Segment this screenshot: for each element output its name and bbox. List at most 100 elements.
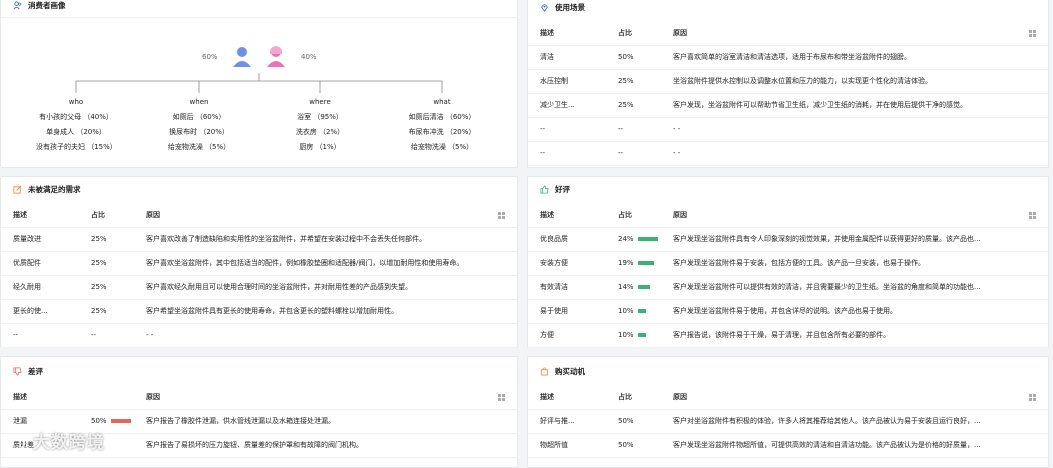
row-reason: 客户发现，坐浴盆附件可以帮助节省卫生纸，减少卫生纸的消耗，并在使用后提供干净的感… [673, 101, 967, 109]
row-reason: 客户希望坐浴盆附件具有更长的使用寿命，并包含更长的塑料螺栓以增加耐用性。 [146, 307, 398, 315]
row-reason: 客户报告了易损坏的压力旋钮、质量差的保护罩和有故障的阀门机构。 [146, 441, 363, 449]
persona-item: 如厕后 （60%） [172, 113, 226, 121]
users-icon [13, 0, 22, 9]
col-desc: 描述 [540, 211, 554, 219]
persona-item: 厨房 （1%） [299, 143, 341, 151]
watermark-icon [9, 434, 26, 451]
female-percentage: 40% [301, 53, 317, 61]
persona-item: 换尿布时 （20%） [169, 128, 229, 136]
row-reason: - - [673, 149, 681, 157]
col-desc: 描述 [540, 29, 554, 37]
persona-item: 单身成人 （20%） [46, 128, 106, 136]
positive-reviews-header: 好评 [540, 181, 570, 197]
col-reason: 原因 [673, 29, 687, 37]
persona-col-where: where 浴室 （95%） 洗衣房 （2%） 厨房 （1%） [280, 95, 360, 155]
row-desc: -- [540, 125, 546, 133]
row-reason: 客户报告说，该附件易于干燥，易于清理，并且包含所有必要的部件。 [673, 331, 890, 339]
persona-item: 洗衣房 （2%） [295, 128, 345, 136]
row-desc: 质量改进 [13, 235, 41, 243]
row-reason: 客户发现坐浴盆附件易于使用，并包含详尽的说明。该产品也易于使用。 [673, 307, 897, 315]
row-reason: 客户喜欢简单的浴室清洁和清洁选项，适用于布尿布和带坐浴盆附件的翅膀。 [673, 53, 911, 61]
row-desc: 易于使用 [540, 307, 568, 315]
row-pct: 24% [618, 235, 634, 243]
percent-bar [638, 333, 646, 337]
card-title: 消费者画像 [28, 0, 66, 10]
persona-item: 有小孩的父母 （40%） [39, 113, 113, 121]
purchase-motive-header: 购买动机 [540, 363, 585, 379]
watermark-logo: 大数跨境 [8, 428, 105, 453]
column-settings-icon[interactable] [498, 211, 505, 219]
table-header: 描述 原因 [1, 385, 517, 410]
consumer-profile-card: 消费者画像 60% 40% who 有小孩的父母 （40%） 单身成人 （20%… [0, 0, 518, 168]
row-pct: 14% [618, 283, 634, 291]
consumer-profile-header: 消费者画像 [13, 0, 66, 13]
col-reason: 原因 [673, 211, 687, 219]
table-row: 更长的使... 25% 客户希望坐浴盆附件具有更长的使用寿命，并包含更长的塑料螺栓以… [1, 299, 517, 324]
row-reason: 客户发现坐浴盆附件易于安装，包括方便的工具。该产品一旦安装，也易于操作。 [673, 259, 925, 267]
table-row: 物超所值 50% 客户发现坐浴盆附件物超所值，可提供高效的清洁和自清洁功能。该产品被… [528, 433, 1048, 458]
row-desc: 安装方便 [540, 259, 568, 267]
persona-item: 如厕后清洁 （60%） [408, 113, 476, 121]
card-title: 未被满足的需求 [28, 184, 81, 194]
row-desc: 方便 [540, 331, 554, 339]
purchase-motive-card: 购买动机 描述 占比 原因 好评与推... 50% 客户对坐浴盆附件有积极的体验，许… [527, 356, 1049, 468]
col-reason: 原因 [146, 393, 160, 401]
row-desc: 清洁 [540, 53, 554, 61]
table-row: 方便 10% 客户报告说，该附件易于干燥，易于清理，并且包含所有必要的部件。 [528, 323, 1048, 348]
row-reason: 客户发现坐浴盆附件可以提供有效的清洁，并且需要最少的卫生纸。坐浴盆的角度和简单的… [673, 283, 981, 291]
row-pct: 25% [91, 283, 107, 291]
row-pct: 25% [618, 101, 634, 109]
persona-col-what: what 如厕后清洁 （60%） 布尿布冲洗 （20%） 给宠物洗澡 （5%） [402, 95, 482, 155]
percent-bar [638, 309, 646, 313]
row-reason: 客户报告了橡胶件泄漏，供水管线泄漏以及水箱连接处泄漏。 [146, 417, 335, 425]
row-pct: 50% [618, 53, 634, 61]
row-pct: 25% [618, 77, 634, 85]
row-desc: 减少卫生... [540, 101, 575, 109]
table-header: 描述 占比 原因 [528, 21, 1048, 46]
col-pct: 占比 [618, 211, 632, 219]
persona-head: when [189, 98, 209, 106]
column-settings-icon[interactable] [1029, 29, 1036, 37]
row-reason: 客户发现坐浴盆附件具有令人印象深刻的视觉效果，并使用金属配件以获得更好的质量。该… [673, 235, 981, 243]
usage-scenario-card: 使用场景 描述 占比 原因 清洁 50% 客户喜欢简单的浴室清洁和清洁选项，适用于布… [527, 0, 1049, 168]
col-pct: 占比 [91, 211, 105, 219]
percent-bar [111, 419, 131, 423]
row-reason: 坐浴盆附件提供水控制以及调整水位置和压力的能力，以实现更个性化的清洁体验。 [673, 77, 932, 85]
row-desc: 更长的使... [13, 307, 48, 315]
persona-item: 给宠物洗澡 （5%） [167, 143, 231, 151]
column-settings-icon[interactable] [1029, 393, 1036, 401]
row-pct: -- [91, 331, 97, 339]
persona-col-who: who 有小孩的父母 （40%） 单身成人 （20%） 没有孩子的夫妇 （15%… [36, 95, 117, 155]
table-row: -- -- - - [528, 141, 1048, 166]
row-pct: 10% [618, 307, 634, 315]
table-row: 有效清洁 14% 客户发现坐浴盆附件可以提供有效的清洁，并且需要最少的卫生纸。坐浴盆… [528, 275, 1048, 300]
table-row: 优质配件 25% 客户喜欢坐浴盆附件，其中包括适当的配件，例如橡胶垫圈和适配器/阀门… [1, 251, 517, 276]
row-reason: 客户喜欢经久耐用且可以使用合理时间的坐浴盆附件，并对耐用性差的产品感到失望。 [146, 283, 412, 291]
table-row: -- -- - - [528, 117, 1048, 142]
row-desc: 优良品质 [540, 235, 568, 243]
row-pct: -- [618, 149, 624, 157]
table-row: -- -- - - [1, 323, 517, 348]
row-desc: -- [540, 149, 546, 157]
persona-tree-lines [75, 73, 443, 93]
persona-head: what [433, 98, 451, 106]
column-settings-icon[interactable] [498, 393, 505, 401]
row-pct: 25% [91, 259, 107, 267]
watermark-text: 大数跨境 [32, 433, 105, 453]
percent-bar [638, 285, 650, 289]
shopping-bag-icon [540, 367, 549, 376]
row-desc: 物超所值 [540, 441, 568, 449]
table-row: 易于使用 10% 客户发现坐浴盆附件易于使用，并包含详尽的说明。该产品也易于使用。 [528, 299, 1048, 324]
col-desc: 描述 [13, 211, 27, 219]
row-desc: 有效清洁 [540, 283, 568, 291]
persona-head: where [309, 98, 331, 106]
edit-icon [13, 185, 22, 194]
row-desc: -- [13, 331, 19, 339]
usage-scenario-header: 使用场景 [540, 0, 585, 15]
table-row: 好评与推... 50% 客户对坐浴盆附件有积极的体验，许多人将其推荐给其他人。该产品… [528, 409, 1048, 434]
location-pin-icon [541, 3, 548, 12]
row-reason: 客户喜欢坐浴盆附件，其中包括适当的配件，例如橡胶垫圈和适配器/阀门，以增加耐用性… [146, 259, 464, 267]
card-title: 好评 [555, 184, 570, 194]
table-row: 水压控制 25% 坐浴盆附件提供水控制以及调整水位置和压力的能力，以实现更个性化的清… [528, 69, 1048, 94]
column-settings-icon[interactable] [1029, 211, 1036, 219]
